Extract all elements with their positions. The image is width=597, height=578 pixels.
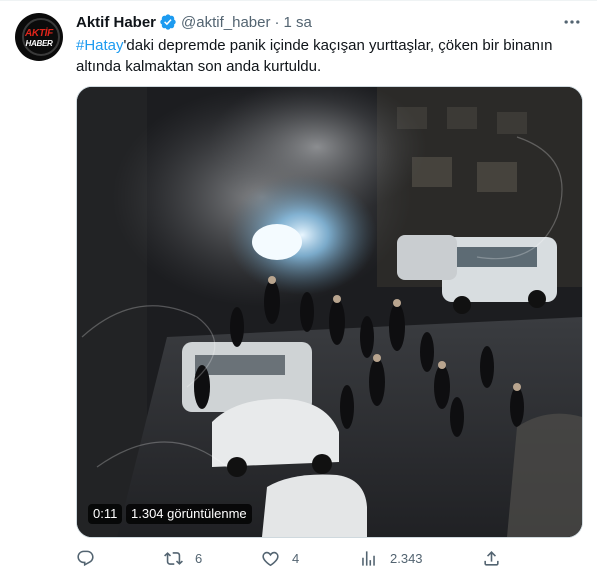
share-icon (484, 550, 499, 566)
avatar[interactable]: AKTİF HABER (15, 13, 63, 61)
top-divider (0, 0, 597, 1)
views-icon (362, 550, 375, 566)
user-handle[interactable]: @aktif_haber (181, 14, 270, 31)
video-duration-badge: 0:11 (88, 504, 123, 524)
reply-button[interactable] (76, 546, 107, 570)
hashtag-link[interactable]: #Hatay (76, 37, 124, 54)
like-count: 4 (292, 550, 300, 566)
retweet-count: 6 (195, 550, 203, 566)
separator-dot: · (274, 13, 280, 31)
video-views-badge: 1.304 görüntülenme (126, 504, 252, 524)
more-options-icon[interactable] (562, 12, 582, 32)
tweet-body: 'daki depremde panik içinde kaçışan yurt… (76, 37, 553, 75)
tweet-time[interactable]: 1 sa (283, 14, 311, 31)
retweet-button[interactable]: 6 (164, 546, 202, 570)
video-frame (77, 87, 582, 537)
verified-badge-icon[interactable] (159, 13, 177, 31)
views-button[interactable]: 2.343 (359, 546, 423, 570)
action-bar: 6 4 2.343 (76, 546, 506, 570)
like-icon (262, 551, 279, 566)
tweet-header: Aktif Haber @aktif_haber · 1 sa (76, 12, 312, 32)
tweet-text: #Hatay'daki depremde panik içinde kaçışa… (76, 35, 582, 77)
reply-icon (77, 550, 94, 566)
display-name[interactable]: Aktif Haber (76, 14, 156, 31)
video-player[interactable]: 0:11 1.304 görüntülenme (76, 86, 583, 538)
tweet-card[interactable]: AKTİF HABER Aktif Haber @aktif_haber · 1… (0, 0, 597, 578)
like-button[interactable]: 4 (261, 546, 299, 570)
avatar-logo-bottom: HABER (25, 39, 53, 48)
share-button[interactable] (482, 546, 501, 570)
retweet-icon (164, 551, 183, 565)
views-count: 2.343 (390, 550, 423, 566)
avatar-logo-top: AKTİF (25, 28, 53, 39)
